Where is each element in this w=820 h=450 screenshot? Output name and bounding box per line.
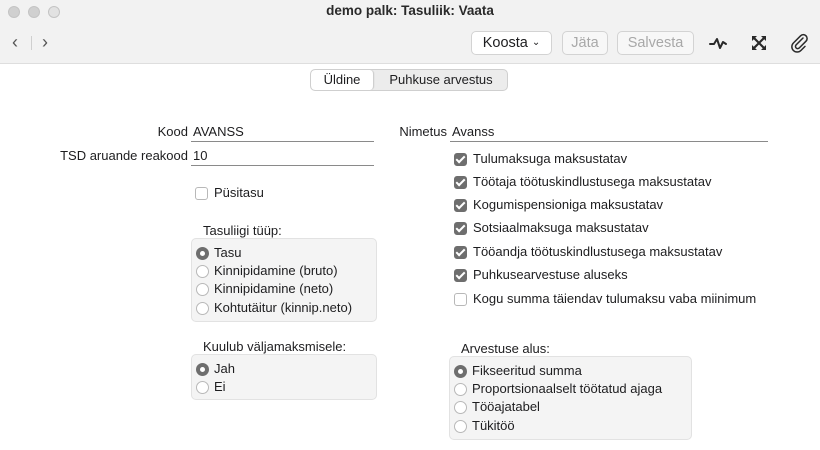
expand-icon[interactable] <box>748 32 770 54</box>
radio-dot <box>196 362 209 376</box>
radio-dot <box>196 380 209 394</box>
tasuliigi-tyyp-label: Tasuliigi tüüp: <box>203 223 282 238</box>
checkbox-label: Kogumispensioniga maksustatav <box>473 197 664 212</box>
tab-uldine[interactable]: Üldine <box>311 70 374 90</box>
checkbox-tulumaks[interactable]: Tulumaksuga maksustatav <box>454 151 627 167</box>
valjamaks-group: Jah Ei <box>191 354 377 400</box>
checkbox-tooandja-tootuskindlustus[interactable]: Tööandja töötuskindlustusega maksustatav <box>454 244 722 260</box>
radio-dot <box>454 382 467 396</box>
checkbox-label: Puhkusearvestuse aluseks <box>473 267 628 282</box>
tsd-reakood-field[interactable]: 10 <box>191 148 374 166</box>
radio-ei[interactable]: Ei <box>196 379 226 395</box>
checkbox-box <box>454 268 467 282</box>
checkbox-sotsiaalmaks[interactable]: Sotsiaalmaksuga maksustatav <box>454 220 649 236</box>
radio-dot <box>454 400 467 414</box>
checkbox-label: Töötaja töötuskindlustusega maksustatav <box>473 174 712 189</box>
checkbox-box <box>454 175 467 189</box>
checkbox-box <box>454 152 467 166</box>
checkbox-box <box>454 221 467 235</box>
checkbox-box <box>454 198 467 212</box>
arvestuse-alus-group: Fikseeritud summa Proportsionaalselt töö… <box>449 356 692 440</box>
radio-dot <box>454 419 467 433</box>
checkbox-box <box>454 292 467 306</box>
nav-divider <box>31 36 32 50</box>
chevron-right-icon[interactable]: › <box>36 31 54 53</box>
radio-kinnipidamine-bruto[interactable]: Kinnipidamine (bruto) <box>196 263 338 279</box>
arvestuse-alus-label: Arvestuse alus: <box>461 341 550 356</box>
tab-puhkuse-arvestus[interactable]: Puhkuse arvestus <box>374 70 507 90</box>
radio-label: Kinnipidamine (neto) <box>214 281 334 296</box>
radio-tooajatabel[interactable]: Tööajatabel <box>454 399 540 415</box>
radio-fikseeritud-summa[interactable]: Fikseeritud summa <box>454 363 582 379</box>
salvesta-button[interactable]: Salvesta <box>617 31 694 55</box>
checkbox-box <box>195 186 208 200</box>
radio-tasu[interactable]: Tasu <box>196 245 241 261</box>
checkbox-label: Tulumaksuga maksustatav <box>473 151 628 166</box>
radio-label: Tööajatabel <box>472 399 540 414</box>
pusitasu-label: Püsitasu <box>214 185 264 200</box>
checkbox-label: Tööandja töötuskindlustusega maksustatav <box>473 244 723 259</box>
activity-icon[interactable] <box>707 32 729 54</box>
radio-label: Jah <box>214 361 235 376</box>
radio-label: Proportsionaalselt töötatud ajaga <box>472 381 663 396</box>
radio-proportsionaalselt[interactable]: Proportsionaalselt töötatud ajaga <box>454 381 662 397</box>
checkbox-box <box>454 245 467 259</box>
window-title: demo palk: Tasuliik: Vaata <box>326 3 494 18</box>
chevron-left-icon[interactable]: ‹ <box>6 31 24 53</box>
radio-dot <box>196 282 209 296</box>
nimetus-label: Nimetus <box>399 124 447 139</box>
kood-field[interactable]: AVANSS <box>191 124 374 142</box>
checkbox-puhkusearvestus[interactable]: Puhkusearvestuse aluseks <box>454 267 628 283</box>
radio-kinnipidamine-neto[interactable]: Kinnipidamine (neto) <box>196 281 333 297</box>
checkbox-label: Sotsiaalmaksuga maksustatav <box>473 220 649 235</box>
nimetus-field[interactable]: Avanss <box>450 124 768 142</box>
tab-control: Üldine Puhkuse arvestus <box>310 69 508 91</box>
koosta-label: Koosta <box>482 35 528 51</box>
window-titlebar: demo palk: Tasuliik: Vaata ‹ › Koosta ⌄ J… <box>0 0 820 64</box>
tsd-reakood-label: TSD aruande reakood <box>60 148 188 163</box>
radio-dot <box>196 264 209 278</box>
radio-label: Tükitöö <box>472 418 515 433</box>
checkbox-tootaja-tootuskindlustus[interactable]: Töötaja töötuskindlustusega maksustatav <box>454 174 711 190</box>
chevron-down-icon: ⌄ <box>531 37 541 48</box>
kood-label: Kood <box>157 124 188 139</box>
checkbox-maksuvaba-miinimum[interactable]: Kogu summa täiendav tulumaksu vaba miini… <box>454 291 756 307</box>
radio-label: Fikseeritud summa <box>472 363 582 378</box>
radio-label: Ei <box>214 379 226 394</box>
jata-button[interactable]: Jäta <box>562 31 608 55</box>
valjamaks-label: Kuulub väljamaksmisele: <box>203 339 347 354</box>
radio-dot <box>196 301 209 315</box>
radio-dot <box>454 364 467 378</box>
radio-dot <box>196 246 209 260</box>
pusitasu-checkbox[interactable]: Püsitasu <box>195 185 264 201</box>
radio-label: Kohtutäitur (kinnip.neto) <box>214 300 353 315</box>
tasuliigi-tyyp-group: Tasu Kinnipidamine (bruto) Kinnipidamine… <box>191 238 377 322</box>
radio-jah[interactable]: Jah <box>196 361 235 377</box>
paperclip-icon[interactable] <box>788 32 810 54</box>
radio-kohtutaitur[interactable]: Kohtutäitur (kinnip.neto) <box>196 300 352 316</box>
radio-label: Kinnipidamine (bruto) <box>214 263 338 278</box>
radio-label: Tasu <box>214 245 242 260</box>
radio-tukitoo[interactable]: Tükitöö <box>454 418 515 434</box>
checkbox-kogumispension[interactable]: Kogumispensioniga maksustatav <box>454 197 663 213</box>
checkbox-label: Kogu summa täiendav tulumaksu vaba miini… <box>473 291 757 306</box>
koosta-button[interactable]: Koosta ⌄ <box>471 31 552 55</box>
